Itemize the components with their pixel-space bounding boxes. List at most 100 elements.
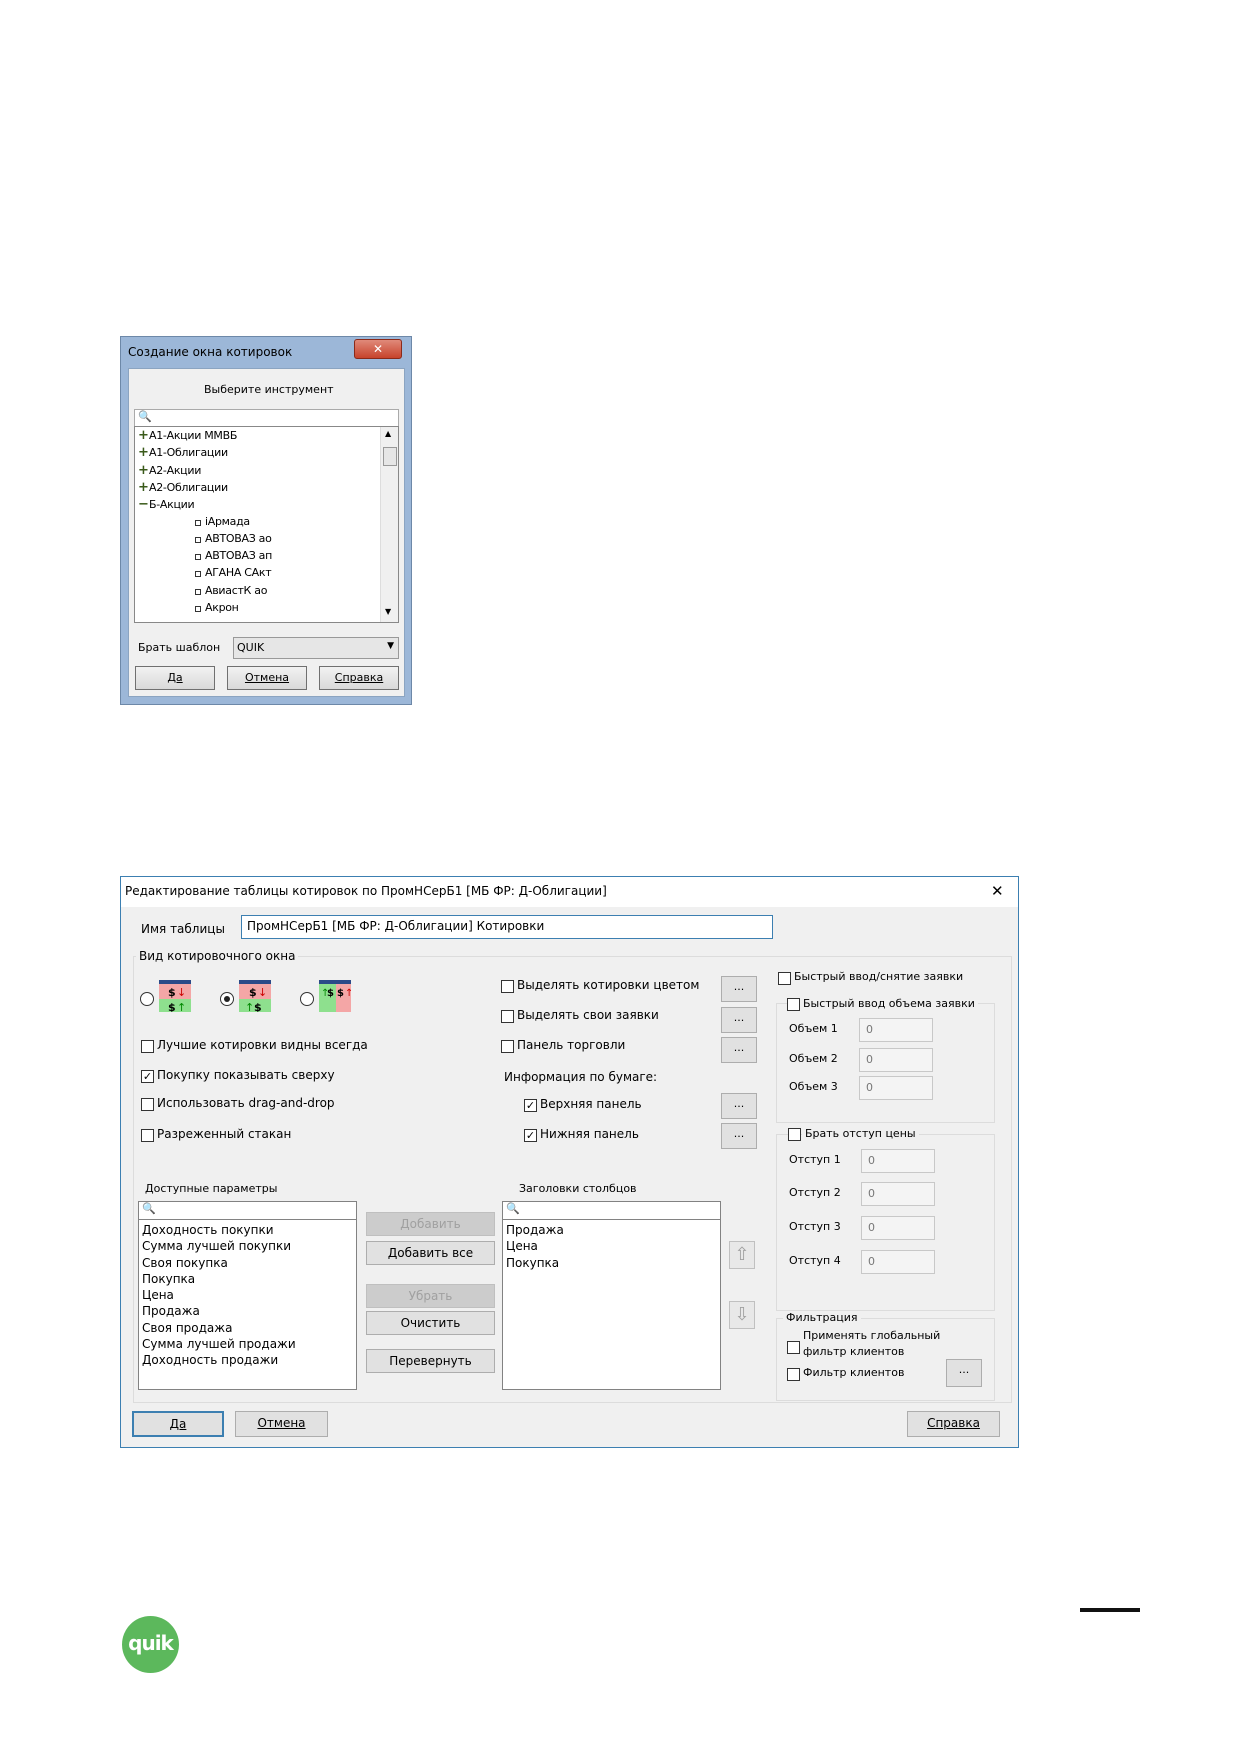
list-item[interactable]: Сумма лучшей покупки (142, 1238, 296, 1254)
tree-item[interactable]: +A2-Акции (138, 463, 201, 478)
highlight-quotes-label: Выделять котировки цветом (517, 978, 700, 992)
remove-button[interactable]: Убрать (366, 1284, 495, 1308)
available-params-list[interactable]: 🔍 Доходность покупки Сумма лучшей покупки… (138, 1201, 357, 1390)
volume-input[interactable]: 0 (859, 1018, 933, 1042)
offset-input[interactable]: 0 (861, 1216, 935, 1240)
column-headers-list[interactable]: 🔍 Продажа Цена Покупка (502, 1201, 721, 1390)
quick-input-checkbox[interactable] (778, 972, 791, 985)
view-radio-2[interactable] (220, 992, 234, 1006)
scroll-thumb[interactable] (383, 447, 397, 466)
cancel-button[interactable]: Отмена (227, 666, 307, 690)
template-select[interactable]: QUIK ▼ (233, 637, 399, 659)
list-item[interactable]: Своя покупка (142, 1255, 296, 1271)
list-item[interactable]: Цена (142, 1287, 296, 1303)
move-down-icon[interactable]: ⇩ (729, 1301, 755, 1329)
clear-button[interactable]: Очистить (366, 1311, 495, 1335)
list-item[interactable]: Продажа (506, 1222, 564, 1238)
trade-panel-settings-button[interactable]: ... (721, 1037, 757, 1063)
sparse-checkbox[interactable] (141, 1129, 154, 1142)
list-item[interactable]: Своя продажа (142, 1320, 296, 1336)
template-label: Брать шаблон (138, 641, 221, 654)
offset-input[interactable]: 0 (861, 1250, 935, 1274)
tree-item[interactable]: +A2-Облигации (138, 480, 228, 495)
instrument-search-input[interactable]: 🔍 (134, 409, 399, 427)
ok-button[interactable]: Да (135, 666, 215, 690)
top-panel-checkbox[interactable]: ✓ (524, 1099, 537, 1112)
offset-input[interactable]: 0 (861, 1149, 935, 1173)
svg-text:$: $ (168, 986, 176, 999)
offset-input[interactable]: 0 (861, 1182, 935, 1206)
tree-item[interactable]: АвиастК ао (195, 584, 267, 597)
scroll-up-icon[interactable]: ▲ (385, 429, 391, 438)
add-all-button[interactable]: Добавить все (366, 1241, 495, 1265)
template-value: QUIK (237, 641, 265, 654)
bottom-panel-settings-button[interactable]: ... (721, 1123, 757, 1149)
svg-text:↓: ↓ (258, 986, 267, 999)
highlight-quotes-checkbox[interactable] (501, 980, 514, 993)
instrument-tree[interactable]: +A1-Акции ММВБ +A1-Облигации +A2-Акции +A2-… (134, 426, 399, 623)
available-search-input[interactable]: 🔍 (139, 1202, 356, 1220)
list-item[interactable]: Доходность покупки (142, 1222, 296, 1238)
collapse-icon[interactable]: − (138, 497, 149, 512)
buy-on-top-checkbox[interactable]: ✓ (141, 1070, 154, 1083)
close-button[interactable]: ✕ (354, 339, 402, 359)
tree-item[interactable]: АГАНА САкт (195, 566, 272, 579)
top-panel-settings-button[interactable]: ... (721, 1093, 757, 1119)
highlight-orders-settings-button[interactable]: ... (721, 1007, 757, 1033)
tree-item[interactable]: +A1-Акции ММВБ (138, 428, 237, 443)
client-filter-settings-button[interactable]: ... (946, 1359, 982, 1387)
client-filter-checkbox[interactable] (787, 1368, 800, 1381)
help-button[interactable]: Справка (319, 666, 399, 690)
trade-panel-checkbox[interactable] (501, 1040, 514, 1053)
volume-input[interactable]: 0 (859, 1048, 933, 1072)
view-radio-3[interactable] (300, 992, 314, 1006)
list-item[interactable]: Цена (506, 1238, 564, 1254)
tree-scrollbar[interactable]: ▲ ▼ (380, 427, 398, 622)
quick-volume-checkbox[interactable] (787, 998, 800, 1011)
volume-input[interactable]: 0 (859, 1076, 933, 1100)
tree-item[interactable]: Акрон (195, 601, 239, 614)
add-button[interactable]: Добавить (366, 1212, 495, 1236)
help-button[interactable]: Справка (907, 1411, 1000, 1437)
bottom-panel-checkbox[interactable]: ✓ (524, 1129, 537, 1142)
flip-button[interactable]: Перевернуть (366, 1349, 495, 1373)
tree-item-label: АВТОВАЗ ао (205, 531, 272, 545)
move-up-icon[interactable]: ⇧ (729, 1241, 755, 1269)
scroll-down-icon[interactable]: ▼ (385, 607, 391, 616)
list-item[interactable]: Покупка (142, 1271, 296, 1287)
leaf-node-icon (195, 519, 201, 526)
tree-item-label: iАрмада (205, 514, 250, 528)
list-item[interactable]: Доходность продажи (142, 1352, 296, 1368)
tree-item[interactable]: −Б-Акции (138, 497, 195, 512)
drag-drop-checkbox[interactable] (141, 1098, 154, 1111)
best-quotes-checkbox[interactable] (141, 1040, 154, 1053)
tree-item[interactable]: iАрмада (195, 514, 250, 528)
list-item[interactable]: Сумма лучшей продажи (142, 1336, 296, 1352)
ok-button[interactable]: Да (132, 1411, 224, 1437)
view-group-title: Вид котировочного окна (136, 949, 299, 963)
tree-item[interactable]: АВТОВАЗ ап (195, 549, 272, 562)
cancel-button[interactable]: Отмена (235, 1411, 328, 1437)
price-offset-checkbox[interactable] (788, 1128, 801, 1141)
volume-label: Объем 2 (789, 1052, 838, 1065)
leaf-node-icon (195, 571, 201, 578)
tree-item[interactable]: +A1-Облигации (138, 445, 228, 460)
global-filter-checkbox[interactable] (787, 1341, 800, 1354)
list-item[interactable]: Покупка (506, 1255, 564, 1271)
tree-item[interactable]: АВТОВАЗ ао (195, 531, 272, 545)
expand-icon[interactable]: + (138, 428, 149, 443)
highlight-orders-checkbox[interactable] (501, 1010, 514, 1023)
expand-icon[interactable]: + (138, 445, 149, 460)
columns-search-input[interactable]: 🔍 (503, 1202, 720, 1220)
expand-icon[interactable]: + (138, 463, 149, 478)
close-icon[interactable]: ✕ (991, 882, 1004, 900)
tree-item-label: A2-Облигации (149, 480, 228, 494)
view-radio-1[interactable] (140, 992, 154, 1006)
bottom-panel-label: Нижняя панель (540, 1127, 639, 1141)
list-item[interactable]: Продажа (142, 1303, 296, 1319)
table-name-input[interactable]: ПромНСерБ1 [МБ ФР: Д-Облигации] Котировк… (241, 915, 773, 939)
expand-icon[interactable]: + (138, 480, 149, 495)
leaf-node-icon (195, 606, 201, 612)
search-icon: 🔍 (138, 410, 152, 423)
highlight-quotes-settings-button[interactable]: ... (721, 976, 757, 1002)
